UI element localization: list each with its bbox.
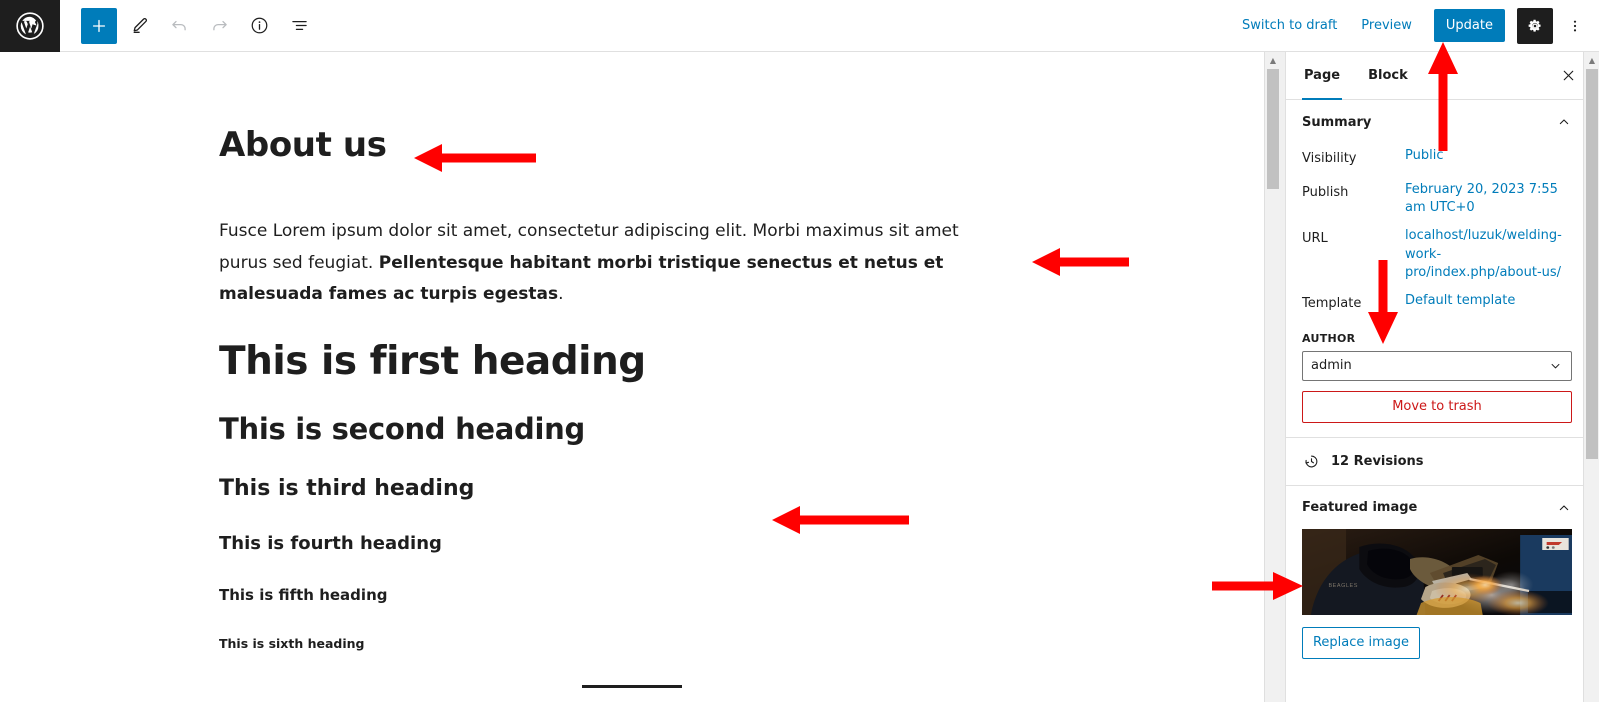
summary-row-publish: Publish February 20, 2023 7:55 am UTC+0 [1302,177,1572,223]
sidebar-scrollbar[interactable]: ▲ [1583,52,1599,702]
post-content-blocks[interactable]: About us Fusce Lorem ipsum dolor sit ame… [0,52,1262,702]
preview-button[interactable]: Preview [1349,12,1424,39]
redo-button[interactable] [201,8,237,44]
heading-level-6[interactable]: This is sixth heading [219,636,1262,651]
summary-panel-body: Visibility Public Publish February 20, 2… [1286,143,1588,437]
tools-pencil-button[interactable] [121,8,157,44]
editor-canvas-area: About us Fusce Lorem ipsum dolor sit ame… [0,52,1280,702]
summary-panel-header[interactable]: Summary [1286,100,1588,143]
template-value[interactable]: Default template [1405,292,1572,311]
editor-toolbar: Switch to draft Preview Update [0,0,1599,52]
move-to-trash-button[interactable]: Move to trash [1302,390,1572,423]
kebab-menu-icon[interactable] [1559,8,1591,44]
switch-to-draft-button[interactable]: Switch to draft [1230,12,1349,39]
revisions-count-label: 12 Revisions [1331,453,1424,469]
gear-icon[interactable] [1517,7,1553,44]
visibility-label: Visibility [1302,151,1357,166]
paragraph-tail-text: . [558,284,564,305]
featured-image-panel-header[interactable]: Featured image [1286,486,1588,529]
replace-image-button[interactable]: Replace image [1302,626,1420,659]
sidebar-tabs: Page Block [1286,52,1588,100]
summary-panel: Summary Visibility Public Publish Februa… [1286,100,1588,438]
add-block-button[interactable] [81,7,117,44]
svg-text:BEAGLES: BEAGLES [1328,583,1358,589]
summary-panel-title: Summary [1302,114,1372,130]
heading-level-4[interactable]: This is fourth heading [219,533,1262,554]
settings-sidebar: Page Block Summary Visibility Public Pub… [1280,52,1599,702]
featured-image-panel: Featured image BEAGLES Replace image [1286,486,1588,673]
settings-sidebar-content: Page Block Summary Visibility Public Pub… [1285,52,1588,702]
summary-row-visibility: Visibility Public [1302,143,1572,177]
canvas-scrollbar[interactable]: ▲ [1264,52,1280,702]
details-info-button[interactable] [241,8,277,44]
revisions-panel[interactable]: 12 Revisions [1286,438,1588,486]
tab-block[interactable]: Block [1354,52,1422,99]
summary-row-url: URL localhost/luzuk/welding-work-pro/ind… [1302,223,1572,288]
wordpress-logo-icon[interactable] [0,0,60,52]
visibility-value[interactable]: Public [1405,147,1572,166]
undo-button[interactable] [161,8,197,44]
template-label: Template [1302,295,1362,311]
featured-image-panel-title: Featured image [1302,500,1418,516]
author-label: AUTHOR [1302,331,1356,345]
list-view-button[interactable] [281,8,317,44]
update-button[interactable]: Update [1433,9,1505,42]
summary-row-template: Template Default template [1302,288,1572,322]
intro-paragraph-block[interactable]: Fusce Lorem ipsum dolor sit amet, consec… [219,216,1009,310]
heading-level-3[interactable]: This is third heading [219,476,1262,501]
chevron-up-icon[interactable] [1556,500,1572,516]
canvas-scroll-up-arrow-icon[interactable]: ▲ [1265,52,1280,69]
revision-clock-icon [1302,452,1321,471]
toolbar-right-actions: Switch to draft Preview Update [1230,7,1599,44]
page-title[interactable]: About us [219,126,1262,164]
heading-level-5[interactable]: This is fifth heading [219,586,1262,604]
heading-level-1[interactable]: This is first heading [219,339,1262,384]
sidebar-scrollbar-thumb[interactable] [1586,69,1598,459]
toolbar-left-tools [81,7,317,44]
featured-image-panel-body: BEAGLES Replace image [1286,528,1588,673]
publish-label: Publish [1302,185,1349,200]
close-x-icon[interactable] [1548,52,1588,99]
author-select[interactable]: admin [1302,350,1572,381]
sidebar-scroll-up-arrow-icon[interactable]: ▲ [1584,52,1599,69]
separator-block[interactable] [582,684,682,688]
featured-image-thumbnail[interactable]: BEAGLES [1302,528,1572,615]
heading-level-2[interactable]: This is second heading [219,412,1262,446]
url-label: URL [1302,231,1328,247]
chevron-down-icon [1548,358,1563,373]
wordpress-block-editor: Switch to draft Preview Update About us … [0,0,1599,702]
chevron-up-icon[interactable] [1556,114,1572,130]
url-value[interactable]: localhost/luzuk/welding-work-pro/index.p… [1405,227,1572,282]
publish-value[interactable]: February 20, 2023 7:55 am UTC+0 [1405,181,1572,217]
canvas-scrollbar-thumb[interactable] [1267,69,1279,189]
tab-page[interactable]: Page [1290,52,1354,100]
author-selected-value: admin [1311,358,1352,374]
